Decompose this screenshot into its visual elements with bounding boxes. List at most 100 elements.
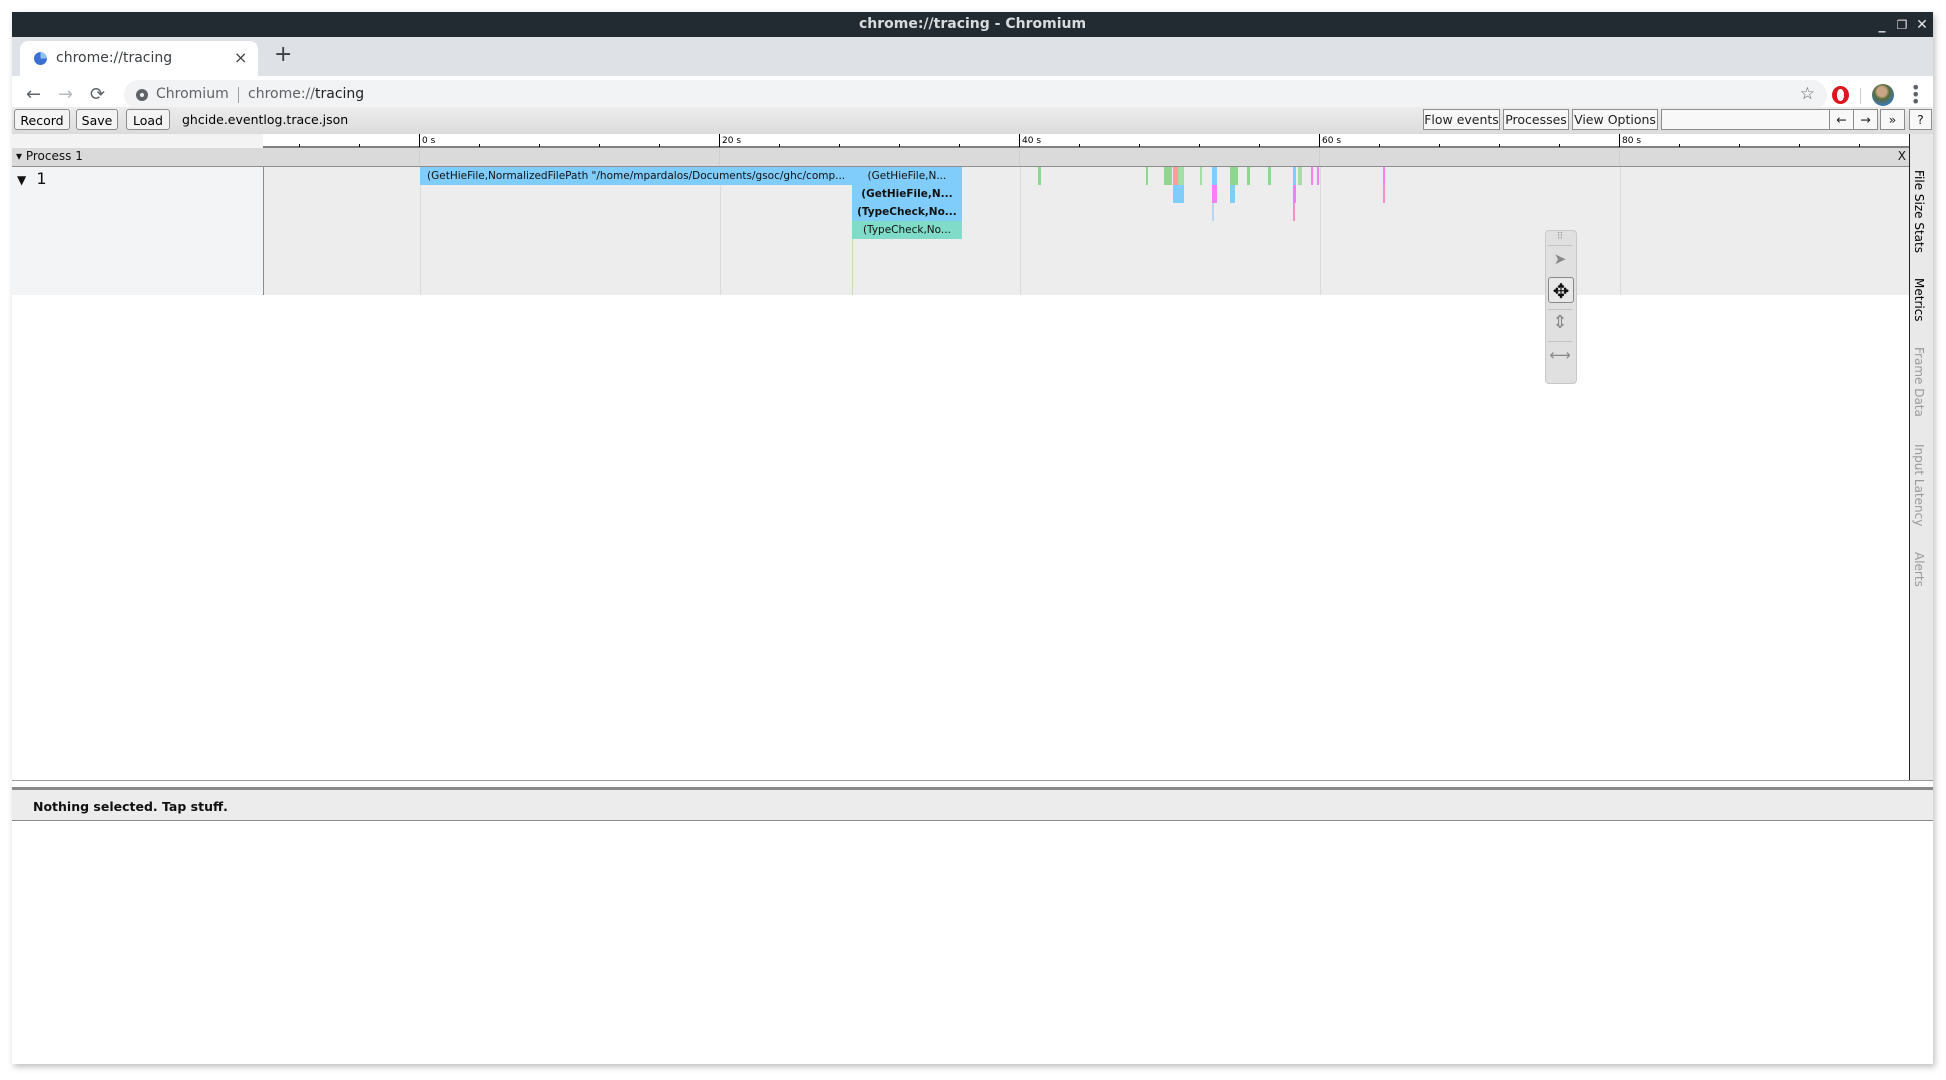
chromium-site-icon: [136, 89, 148, 101]
trace-slice[interactable]: [1177, 167, 1184, 185]
pan-mode-icon[interactable]: ✥: [1548, 277, 1574, 303]
url-host: tracing: [315, 86, 365, 102]
process-close-button[interactable]: X: [1898, 149, 1906, 163]
bookmark-star-icon[interactable]: ☆: [1800, 84, 1815, 104]
drag-handle[interactable]: ⠿: [1548, 231, 1572, 243]
find-next-button[interactable]: →: [1853, 109, 1878, 130]
trace-slice[interactable]: [1311, 167, 1313, 185]
side-tab-alerts[interactable]: Alerts: [1912, 552, 1926, 587]
zoom-mode-icon[interactable]: ⇕: [1548, 309, 1572, 336]
header-gridline: [1619, 148, 1620, 166]
side-tab-frame-data[interactable]: Frame Data: [1912, 347, 1926, 417]
trace-slice[interactable]: [1038, 167, 1042, 185]
flow-events-button[interactable]: Flow events: [1423, 109, 1500, 130]
ruler-spacer: [12, 134, 263, 148]
record-button[interactable]: Record: [14, 109, 70, 130]
major-gridline: [1020, 167, 1021, 295]
adblock-extension-icon[interactable]: [1832, 86, 1849, 104]
ruler-label: 40 s: [1022, 136, 1041, 146]
find-more-button[interactable]: »: [1880, 109, 1905, 130]
header-gridline: [1019, 148, 1020, 166]
search-input[interactable]: [1661, 109, 1830, 130]
tracing-toolbar: Record Save Load ghcide.eventlog.trace.j…: [12, 107, 1933, 134]
trace-slice[interactable]: (TypeCheck,No...: [852, 203, 962, 221]
url-scheme: chrome://: [248, 86, 315, 102]
side-tab-file-size-stats[interactable]: File Size Stats: [1912, 170, 1926, 253]
timing-mode-icon[interactable]: ⟷: [1548, 341, 1572, 368]
trace-slice[interactable]: [1230, 185, 1235, 203]
thread-name: 1: [36, 169, 47, 188]
save-button[interactable]: Save: [76, 109, 118, 130]
thread-track[interactable]: (GetHieFile,NormalizedFilePath "/home/mp…: [264, 167, 1909, 295]
trace-slice[interactable]: [1297, 167, 1303, 185]
restore-button[interactable]: ❐: [1892, 15, 1912, 35]
side-tab-metrics[interactable]: Metrics: [1912, 278, 1926, 322]
trace-slice[interactable]: [1317, 167, 1319, 185]
load-button[interactable]: Load: [126, 109, 170, 130]
tab-strip: chrome://tracing × +: [12, 37, 1933, 76]
process-expander-icon[interactable]: ▾: [16, 149, 22, 163]
header-gridline: [719, 148, 720, 166]
view-options-button[interactable]: View Options: [1572, 109, 1658, 130]
trace-slice[interactable]: (GetHieFile,N...: [852, 167, 962, 185]
trace-slice[interactable]: [1293, 203, 1295, 221]
ruler-ticks: 0 s 20 s 40 s 60 s 80 s: [263, 134, 1909, 148]
ruler-label: 80 s: [1622, 136, 1641, 146]
new-tab-button[interactable]: +: [274, 44, 292, 66]
trace-slice[interactable]: [1212, 167, 1217, 185]
address-bar[interactable]: Chromium chrome://tracing ☆: [124, 80, 1827, 110]
kebab-menu-icon[interactable]: • • •: [1911, 80, 1920, 110]
processes-button[interactable]: Processes: [1503, 109, 1569, 130]
trace-slice[interactable]: [1200, 167, 1202, 185]
site-origin-chip: Chromium: [156, 86, 229, 102]
trace-slice[interactable]: (TypeCheck,No...: [852, 221, 962, 239]
minimize-button[interactable]: _: [1872, 15, 1892, 35]
find-previous-button[interactable]: ←: [1829, 109, 1854, 130]
header-gridline: [1319, 148, 1320, 166]
close-window-button[interactable]: ✕: [1912, 15, 1932, 35]
thread-expander-icon[interactable]: ▼: [17, 173, 26, 187]
panel-resize-handle[interactable]: [12, 780, 1933, 790]
trace-slice[interactable]: [1212, 203, 1214, 221]
tab-chrome-tracing[interactable]: chrome://tracing ×: [20, 41, 258, 76]
major-gridline: [1620, 167, 1621, 295]
process-header[interactable]: ▾ Process 1 X: [12, 148, 1909, 167]
origin-separator: [238, 87, 239, 103]
major-gridline: [1320, 167, 1321, 295]
trace-slice[interactable]: [1146, 167, 1148, 185]
trace-slice[interactable]: [1173, 185, 1184, 203]
trace-slice[interactable]: [1267, 167, 1271, 185]
time-ruler[interactable]: 0 s 20 s 40 s 60 s 80 s: [12, 134, 1933, 148]
trace-slice[interactable]: [1212, 185, 1217, 203]
back-button[interactable]: ←: [26, 84, 41, 105]
trace-slice[interactable]: [1293, 167, 1297, 185]
trace-slice[interactable]: [1230, 167, 1238, 185]
major-gridline: [720, 167, 721, 295]
ruler-label: 60 s: [1322, 136, 1341, 146]
tab-close-icon[interactable]: ×: [234, 48, 247, 67]
forward-button[interactable]: →: [58, 84, 73, 105]
tracing-favicon-icon: [34, 52, 47, 65]
trace-slice[interactable]: (GetHieFile,N...: [852, 185, 962, 203]
trace-slice[interactable]: (GetHieFile,NormalizedFilePath "/home/mp…: [420, 167, 853, 185]
process-name: Process 1: [25, 149, 83, 163]
trace-slice[interactable]: [1383, 167, 1385, 185]
mouse-mode-selector: ⠿ ➤ ✥ ⇕ ⟷: [1545, 230, 1577, 384]
ruler-label: 20 s: [722, 136, 741, 146]
ruler-label: 0 s: [422, 136, 436, 146]
toolbar-divider: [1860, 88, 1861, 104]
window-title: chrome://tracing - Chromium: [858, 16, 1087, 32]
profile-avatar[interactable]: [1872, 84, 1894, 106]
trace-slice[interactable]: [1383, 185, 1385, 203]
trace-slice[interactable]: [1164, 167, 1172, 185]
help-button[interactable]: ?: [1909, 109, 1932, 130]
trace-slice[interactable]: [1293, 185, 1297, 203]
trace-slice[interactable]: [1246, 167, 1250, 185]
tab-title: chrome://tracing: [56, 50, 173, 66]
major-gridline: [420, 167, 421, 295]
analysis-panel: [12, 821, 1933, 1064]
side-tab-input-latency[interactable]: Input Latency: [1912, 444, 1926, 526]
thread-label: ▼ 1: [17, 169, 47, 188]
select-mode-icon[interactable]: ➤: [1548, 245, 1572, 272]
reload-button[interactable]: ⟳: [90, 84, 105, 105]
